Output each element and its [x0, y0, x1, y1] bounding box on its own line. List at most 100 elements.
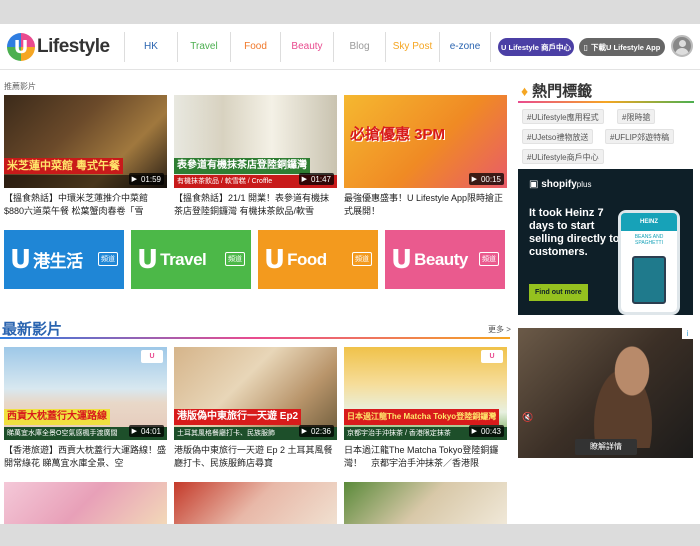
u-food-logo: U: [481, 350, 503, 363]
magazine-logo: U: [141, 350, 163, 363]
video-thumbnail[interactable]: 表參道有機抹茶店登陸銅鑼灣 有機抹茶飲品 / 軟雪糕 / Croffle ▶ 01…: [174, 95, 337, 188]
section-divider: [518, 101, 694, 103]
hot-tags-label: 熱門標籤: [532, 83, 593, 100]
u-logo-icon: U: [137, 244, 159, 275]
site-logo[interactable]: U Lifestyle: [7, 32, 110, 62]
u-logo-icon: U: [391, 244, 413, 275]
flame-icon: ♦: [521, 82, 529, 99]
channel-banner-hk[interactable]: U 港生活 頻道: [4, 230, 124, 289]
video-thumbnail[interactable]: U 西貢大枕蓋行大運路線 睇萬宜水庫全景O空氣感楓手渡廣闊 ▶ 04:01: [4, 347, 167, 440]
u-logo-icon: U: [7, 33, 35, 61]
shopify-bag-icon: ▣: [529, 179, 539, 190]
video-duration: ▶ 00:15: [468, 173, 504, 185]
find-out-more-button[interactable]: Find out more: [529, 284, 588, 301]
shopify-ad[interactable]: ▣ shopifyplus It took Heinz 7 days to st…: [518, 169, 693, 315]
video-duration: ▶ 01:47: [298, 173, 334, 185]
video-ad[interactable]: i 🔇 瞭解詳情: [518, 328, 693, 458]
video-duration: ▶ 00:43: [468, 425, 504, 437]
video-description[interactable]: 港版偽中東旅行一天遊 Ep 2 土耳其風餐廳打卡、民族服飾店尋寶: [174, 444, 337, 470]
tag-chip[interactable]: #限時搶: [617, 109, 656, 124]
ad-info-icon[interactable]: i: [682, 328, 693, 339]
channel-banner-travel[interactable]: U Travel 頻道: [131, 230, 251, 289]
channel-tag: 頻道: [98, 252, 118, 266]
merchant-center-button[interactable]: U Lifestyle 商戶中心: [498, 38, 574, 56]
video-description[interactable]: 日本過江龍The Matcha Tokyo登陸銅鑼灣！ 京都宇治手沖抹茶／香港限: [344, 444, 507, 470]
thumbnail-title: 港版偽中東旅行一天遊 Ep2: [174, 409, 302, 425]
download-app-button[interactable]: ▯ 下載U Lifestyle App: [579, 38, 665, 56]
thumbnail-title: 表參道有機抹茶店登陸銅鑼灣: [174, 158, 310, 174]
nav-blog[interactable]: Blog: [333, 32, 385, 62]
latest-video-card[interactable]: 港版偽中東旅行一天遊 Ep2 土耳其風格餐廳打卡、民族服飾 ▶ 02:36 港版偽…: [174, 347, 337, 470]
channel-name: 港生活: [33, 252, 83, 271]
video-description[interactable]: 最強優惠盛事！U Lifestyle App限時搶正式展開！: [344, 192, 507, 218]
video-duration: ▶ 02:36: [298, 425, 334, 437]
phone-product-text: BEANS AND SPAGHETTI: [634, 234, 664, 246]
tag-chip[interactable]: #ULifestyle應用程式: [522, 109, 604, 124]
phone-icon: ▯: [583, 42, 589, 52]
channel-tag: 頻道: [352, 252, 372, 266]
mute-icon[interactable]: 🔇: [522, 412, 533, 423]
thumbnail-title: 日本過江龍The Matcha Tokyo登陸銅鑼灣: [344, 409, 500, 425]
video-thumbnail[interactable]: [344, 482, 507, 524]
channel-banner-food[interactable]: U Food 頻道: [258, 230, 378, 289]
nav-skypost[interactable]: Sky Post: [385, 32, 439, 62]
nav-beauty[interactable]: Beauty: [280, 32, 333, 62]
shopify-plus-logo: ▣ shopifyplus: [529, 179, 592, 190]
more-link[interactable]: 更多 >: [488, 324, 511, 335]
download-app-label: 下載U Lifestyle App: [591, 42, 661, 52]
featured-video-card[interactable]: 表參道有機抹茶店登陸銅鑼灣 有機抹茶飲品 / 軟雪糕 / Croffle ▶ 01…: [174, 95, 337, 218]
u-logo-icon: U: [264, 244, 286, 275]
thumbnail-title: 米芝蓮中菜館 粵式午餐: [4, 158, 124, 174]
video-duration: ▶ 01:59: [128, 173, 164, 185]
channel-name: Beauty: [414, 249, 468, 269]
main-nav: HK Travel Food Beauty Blog Sky Post e-zo…: [124, 32, 491, 62]
video-thumbnail[interactable]: 米芝蓮中菜館 粵式午餐 ▶ 01:59: [4, 95, 167, 188]
video-duration: ▶ 04:01: [128, 425, 164, 437]
latest-video-card[interactable]: U 日本過江龍The Matcha Tokyo登陸銅鑼灣 京都宇治手沖抹茶 / …: [344, 347, 507, 470]
video-description[interactable]: 【搵食熱話】中環米芝蓮推介中菜館 $880六道菜午餐 松葉蟹肉春卷「雪: [4, 192, 167, 218]
page: U Lifestyle HK Travel Food Beauty Blog S…: [0, 24, 700, 524]
ad-image: [578, 338, 668, 448]
play-icon: ▶: [131, 176, 137, 183]
ad-headline: It took Heinz 7 days to start selling di…: [529, 207, 620, 258]
channel-name: Travel: [160, 249, 207, 269]
video-description[interactable]: 【搵食熱話】21/1 開業！表參道有機抹茶店登陸銅鑼灣 有機抹茶飲品/軟雪: [174, 192, 337, 218]
video-thumbnail[interactable]: 必搶優惠 3PM ▶ 00:15: [344, 95, 507, 188]
play-icon: ▶: [301, 428, 307, 435]
channel-tag: 頻道: [225, 252, 245, 266]
play-icon: ▶: [131, 428, 137, 435]
channel-name: Food: [287, 249, 327, 269]
hot-tags-title: ♦ 熱門標籤: [521, 80, 592, 101]
video-thumbnail[interactable]: 港版偽中東旅行一天遊 Ep2 土耳其風格餐廳打卡、民族服飾 ▶ 02:36: [174, 347, 337, 440]
nav-travel[interactable]: Travel: [177, 32, 230, 62]
tag-chip[interactable]: #UFLIP郊遊特稿: [605, 129, 675, 144]
channel-tag: 頻道: [479, 252, 499, 266]
featured-section-label: 推薦影片: [4, 82, 36, 91]
logo-text: Lifestyle: [37, 36, 110, 57]
nav-hk[interactable]: HK: [124, 32, 177, 62]
latest-videos-title: 最新影片: [2, 321, 63, 338]
video-description[interactable]: 【香港旅遊】西貢大枕蓋行大運路線！盛開常綠花 睇萬宜水庫全景、空: [4, 444, 167, 470]
video-thumbnail[interactable]: U 日本過江龍The Matcha Tokyo登陸銅鑼灣 京都宇治手沖抹茶 / …: [344, 347, 507, 440]
video-thumbnail[interactable]: [174, 482, 337, 524]
channel-banner-beauty[interactable]: U Beauty 頻道: [385, 230, 505, 289]
learn-more-button[interactable]: 瞭解詳情: [575, 439, 637, 455]
user-avatar-icon[interactable]: [671, 35, 693, 57]
thumbnail-title: 必搶優惠 3PM: [350, 126, 446, 143]
tag-chip[interactable]: #UJetso禮物放送: [522, 129, 594, 144]
play-icon: ▶: [301, 176, 307, 183]
tag-chip[interactable]: #ULifestyle商戶中心: [522, 149, 604, 164]
video-thumbnail[interactable]: [4, 482, 167, 524]
section-divider: [0, 337, 510, 339]
play-icon: ▶: [471, 176, 477, 183]
nav-ezone[interactable]: e-zone: [439, 32, 491, 62]
play-icon: ▶: [471, 428, 477, 435]
nav-food[interactable]: Food: [230, 32, 280, 62]
site-header: U Lifestyle HK Travel Food Beauty Blog S…: [0, 24, 700, 70]
product-can: [632, 256, 666, 304]
featured-video-card[interactable]: 必搶優惠 3PM ▶ 00:15 最強優惠盛事！U Lifestyle App限時…: [344, 95, 507, 218]
phone-mockup: HEINZ BEANS AND SPAGHETTI: [618, 210, 680, 315]
latest-video-card[interactable]: U 西貢大枕蓋行大運路線 睇萬宜水庫全景O空氣感楓手渡廣闊 ▶ 04:01 【香港…: [4, 347, 167, 470]
thumbnail-title: 西貢大枕蓋行大運路線: [4, 409, 110, 425]
featured-video-card[interactable]: 米芝蓮中菜館 粵式午餐 ▶ 01:59 【搵食熱話】中環米芝蓮推介中菜館 $880…: [4, 95, 167, 218]
